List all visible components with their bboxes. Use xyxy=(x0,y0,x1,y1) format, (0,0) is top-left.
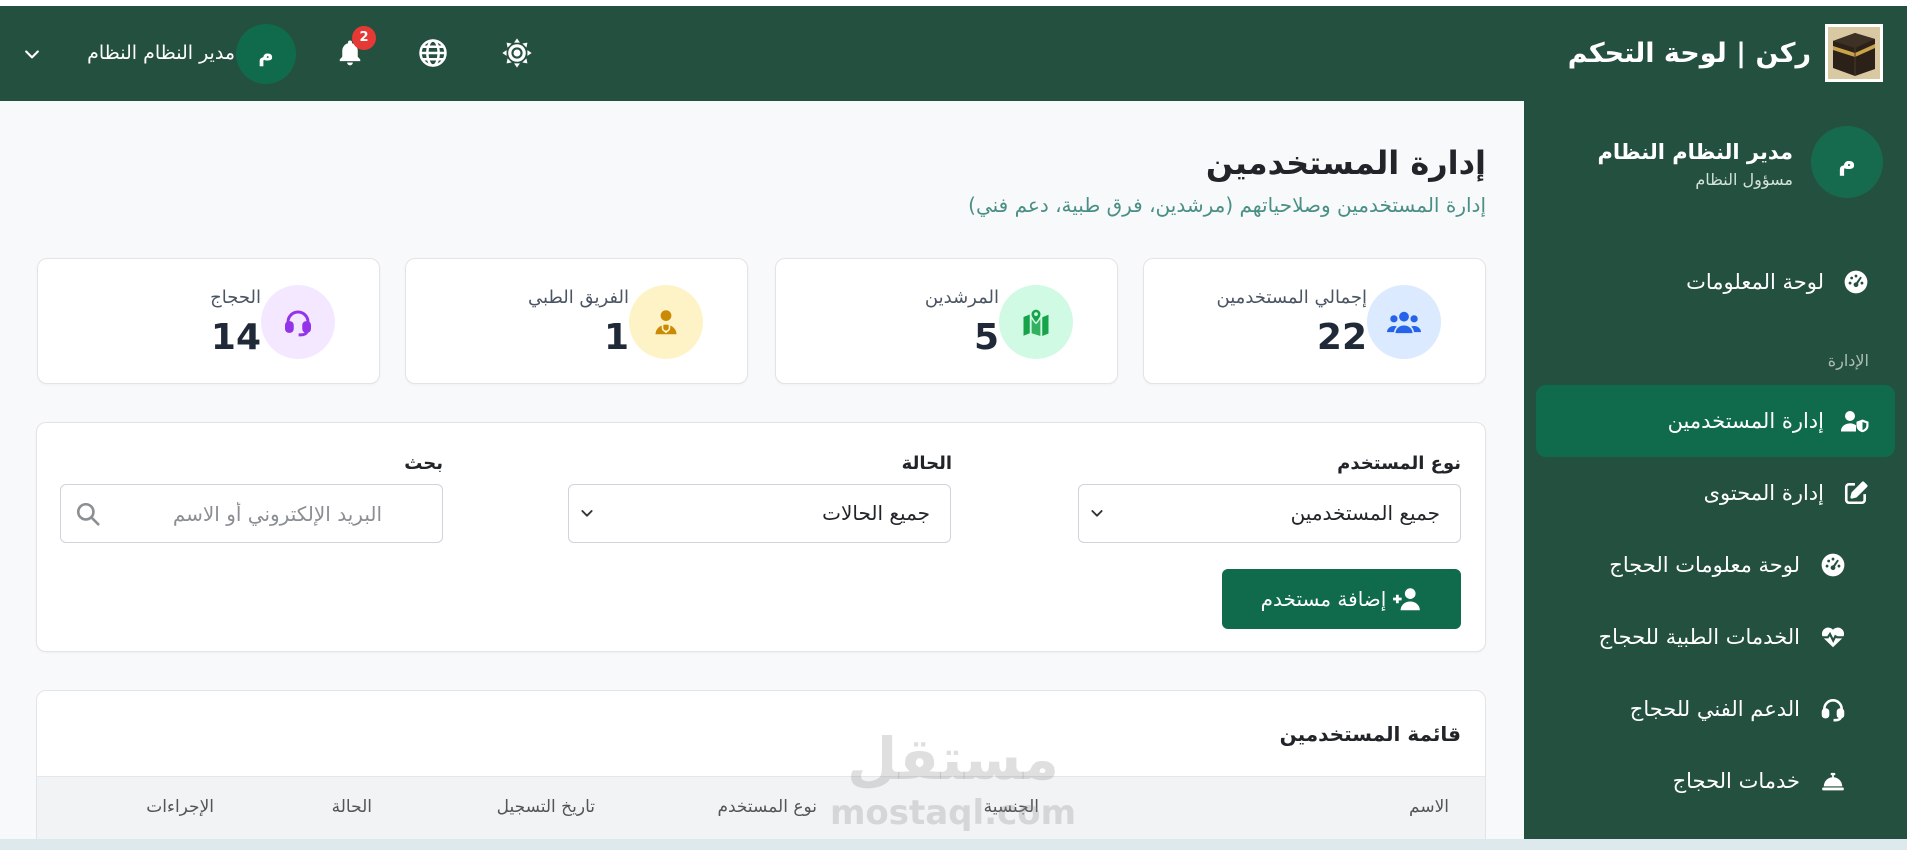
user-plus-icon xyxy=(1392,586,1422,612)
add-user-label: إضافة مستخدم xyxy=(1260,587,1387,611)
header-user-name[interactable]: مدير النظام النظام xyxy=(87,6,235,101)
header-avatar[interactable]: م xyxy=(236,24,296,84)
dashboard-icon xyxy=(1820,552,1846,578)
sidebar-avatar[interactable]: م xyxy=(1811,126,1883,198)
headset-icon xyxy=(1820,696,1846,722)
page-title: إدارة المستخدمين xyxy=(1205,144,1486,182)
sidebar-item-label: إدارة المحتوى xyxy=(1703,481,1824,505)
column-header-actions: الإجراءات xyxy=(146,797,214,817)
sidebar-item-label: الخدمات الطبية للحجاج xyxy=(1598,625,1800,649)
concierge-bell-icon xyxy=(1820,768,1846,794)
column-header-status: الحالة xyxy=(331,797,372,817)
language-button[interactable] xyxy=(418,38,448,68)
status-label: الحالة xyxy=(901,453,952,474)
sun-icon xyxy=(501,37,533,69)
status-select[interactable]: جميع الحالات xyxy=(568,484,951,543)
user-doctor-icon xyxy=(629,285,703,359)
search-icon[interactable] xyxy=(75,501,101,527)
sidebar-item-pilgrim-services[interactable]: خدمات الحجاج xyxy=(1536,745,1895,817)
stat-value: 1 xyxy=(603,317,629,358)
sidebar: م مدير النظام النظام مسؤول النظام لوحة ا… xyxy=(1524,101,1907,850)
chevron-down-icon xyxy=(1089,505,1105,521)
stat-label: الفريق الطبي xyxy=(528,287,629,308)
sidebar-item-technical-support[interactable]: الدعم الفني للحجاج xyxy=(1536,673,1895,745)
stat-card-guides: المرشدين 5 xyxy=(775,258,1118,384)
page-subtitle: إدارة المستخدمين وصلاحياتهم (مرشدين، فرق… xyxy=(968,193,1486,217)
stat-label: الحجاج xyxy=(210,287,261,308)
users-icon xyxy=(1367,285,1441,359)
sidebar-item-dashboard[interactable]: لوحة المعلومات xyxy=(1536,246,1895,318)
stat-card-pilgrims: الحجاج 14 xyxy=(37,258,380,384)
sidebar-user-name: مدير النظام النظام xyxy=(1597,140,1793,164)
search-input[interactable] xyxy=(61,485,442,542)
users-table-title: قائمة المستخدمين xyxy=(1279,722,1461,746)
user-shield-icon xyxy=(1841,408,1869,434)
stat-label: المرشدين xyxy=(924,287,999,308)
stat-value: 22 xyxy=(1316,317,1367,358)
main-content: إدارة المستخدمين إدارة المستخدمين وصلاحي… xyxy=(0,0,1524,850)
add-user-button[interactable]: إضافة مستخدم xyxy=(1222,569,1461,629)
stat-value: 14 xyxy=(210,317,261,358)
sidebar-item-label: لوحة المعلومات xyxy=(1686,270,1824,294)
status-selected: جميع الحالات xyxy=(822,501,930,525)
users-table-card: قائمة المستخدمين الاسم الجنسية نوع المست… xyxy=(36,690,1486,850)
bottom-scroll-strip xyxy=(0,839,1907,850)
notification-badge: 2 xyxy=(352,26,376,50)
theme-toggle-button[interactable] xyxy=(501,37,533,69)
sidebar-item-pilgrims-dashboard[interactable]: لوحة معلومات الحجاج xyxy=(1536,529,1895,601)
edit-icon xyxy=(1843,480,1869,506)
column-header-registration-date: تاريخ التسجيل xyxy=(496,797,595,817)
column-header-name: الاسم xyxy=(1409,797,1449,817)
dashboard-icon xyxy=(1843,269,1869,295)
sidebar-item-content-management[interactable]: إدارة المحتوى xyxy=(1536,457,1895,529)
user-type-label: نوع المستخدم xyxy=(1337,453,1461,474)
user-type-select[interactable]: جميع المستخدمين xyxy=(1078,484,1461,543)
sidebar-item-label: خدمات الحجاج xyxy=(1672,769,1800,793)
sidebar-item-label: الدعم الفني للحجاج xyxy=(1629,697,1800,721)
stat-card-total-users: إجمالي المستخدمين 22 xyxy=(1143,258,1486,384)
column-header-nationality: الجنسية xyxy=(983,797,1039,817)
kaaba-logo[interactable] xyxy=(1825,24,1883,82)
notifications-button[interactable]: 2 xyxy=(335,26,376,68)
filters-panel: نوع المستخدم جميع المستخدمين الحالة جميع… xyxy=(36,422,1486,652)
headset-icon xyxy=(261,285,335,359)
sidebar-item-label: إدارة المستخدمين xyxy=(1667,409,1824,433)
sidebar-item-user-management[interactable]: إدارة المستخدمين xyxy=(1536,385,1895,457)
chevron-down-icon[interactable] xyxy=(22,44,42,64)
sidebar-user-role: مسؤول النظام xyxy=(1695,170,1793,189)
heartbeat-icon xyxy=(1820,624,1846,650)
app-title: ركن | لوحة التحكم xyxy=(1567,38,1811,69)
stat-value: 5 xyxy=(973,317,999,358)
user-type-selected: جميع المستخدمين xyxy=(1290,501,1440,525)
column-header-user-type: نوع المستخدم xyxy=(717,797,817,817)
map-marked-icon xyxy=(999,285,1073,359)
sidebar-item-label: لوحة معلومات الحجاج xyxy=(1609,553,1800,577)
chevron-down-icon xyxy=(579,505,595,521)
search-label: بحث xyxy=(404,453,443,474)
stat-label: إجمالي المستخدمين xyxy=(1216,287,1367,308)
globe-icon xyxy=(418,38,448,68)
sidebar-section-label: الإدارة xyxy=(1827,351,1869,370)
top-header: ركن | لوحة التحكم مدير النظام النظام م 2 xyxy=(0,6,1907,101)
top-strip xyxy=(0,0,1907,6)
search-field xyxy=(60,484,443,543)
stat-card-medical-team: الفريق الطبي 1 xyxy=(405,258,748,384)
sidebar-item-medical-services[interactable]: الخدمات الطبية للحجاج xyxy=(1536,601,1895,673)
